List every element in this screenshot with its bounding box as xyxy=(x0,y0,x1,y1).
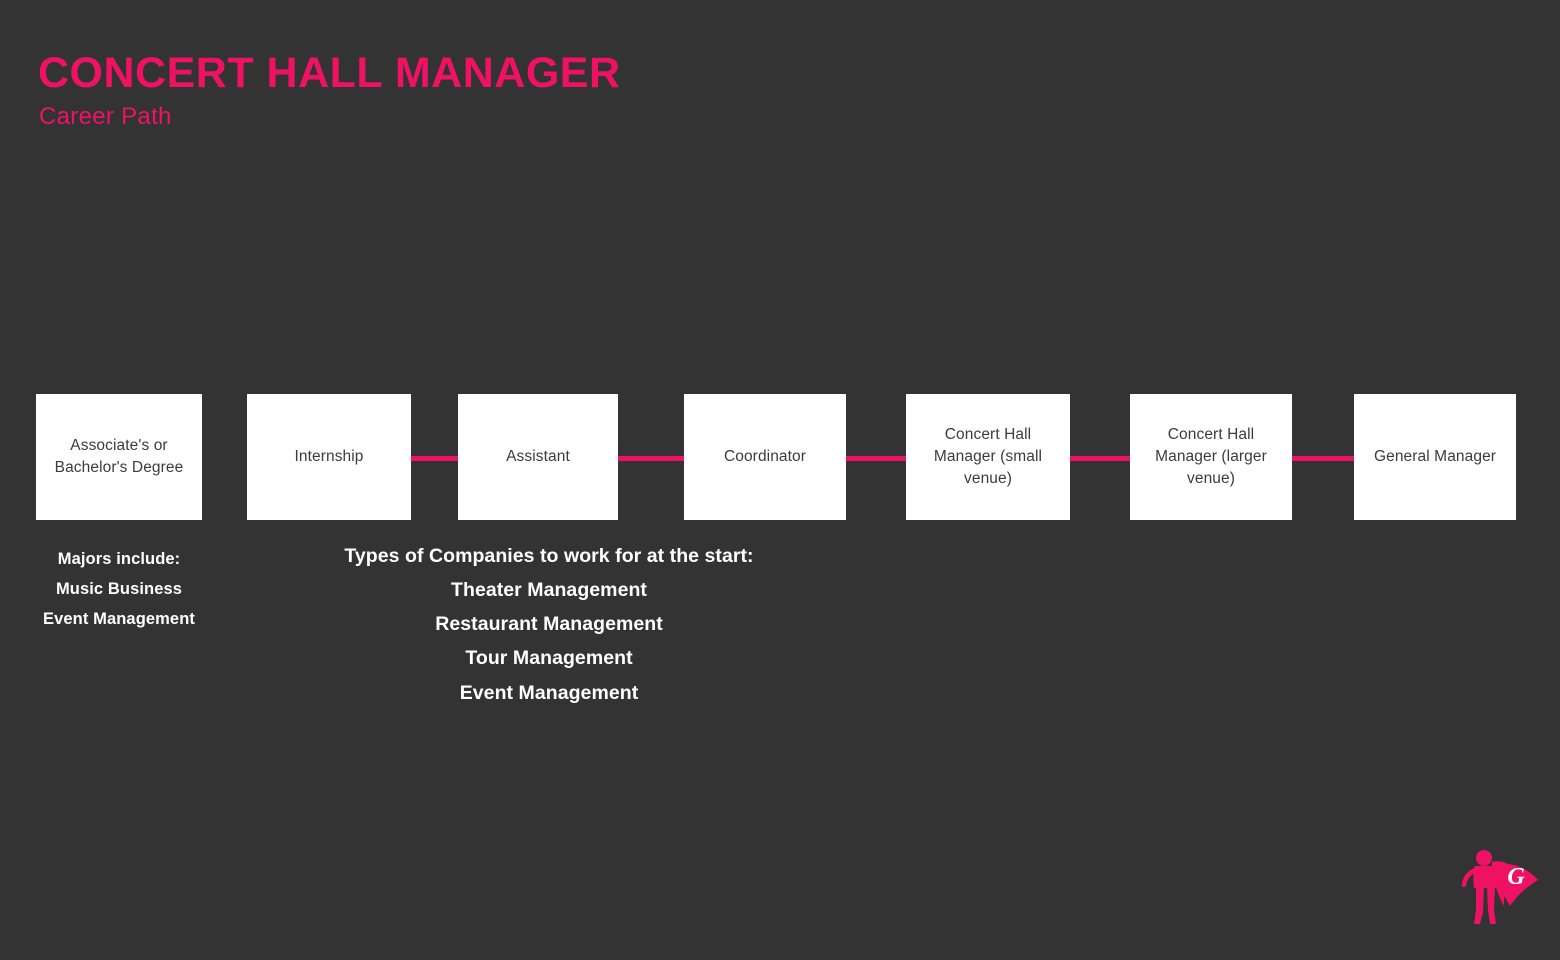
flow-node-label: Assistant xyxy=(506,448,570,465)
flow-node-7[interactable]: General Manager xyxy=(1354,394,1516,520)
majors-item: Music Business xyxy=(55,580,183,599)
flow-connector-5 xyxy=(1292,456,1354,461)
flow-node-4[interactable]: Coordinator xyxy=(684,394,846,520)
flow-node-label: General Manager xyxy=(1373,448,1497,465)
companies-item: Restaurant Management xyxy=(435,613,663,636)
page-subtitle: Career Path xyxy=(39,102,172,130)
superhero-logo: G xyxy=(1448,840,1544,936)
flow-connector-2 xyxy=(618,456,684,461)
flow-connector-4 xyxy=(1070,456,1130,461)
flow-node-1[interactable]: Associate's or Bachelor's Degree xyxy=(36,394,202,520)
majors-heading: Majors include: xyxy=(57,550,181,568)
companies-heading: Types of Companies to work for at the st… xyxy=(344,545,754,567)
flow-node-label: Internship xyxy=(294,448,364,465)
header: CONCERT HALL MANAGER Career Path xyxy=(38,49,938,130)
companies-item: Tour Management xyxy=(465,647,633,670)
career-path-infographic: CONCERT HALL MANAGER Career Path Associa… xyxy=(0,0,1560,960)
companies-item: Event Management xyxy=(459,681,639,704)
majors-caption: Majors include: Music Business Event Manag… xyxy=(28,544,210,635)
flow-node-label: Concert Hall Manager (small venue) xyxy=(933,426,1043,487)
superhero-logo-icon: G xyxy=(1461,850,1538,924)
flow-node-label: Associate's or Bachelor's Degree xyxy=(54,437,184,476)
flow-node-2[interactable]: Internship xyxy=(247,394,411,520)
flow-connector-1 xyxy=(411,456,458,461)
page-title: CONCERT HALL MANAGER xyxy=(38,49,621,97)
flow-node-3[interactable]: Assistant xyxy=(458,394,618,520)
flow-node-5[interactable]: Concert Hall Manager (small venue) xyxy=(906,394,1070,520)
logo-letter: G xyxy=(1507,864,1525,890)
flow-node-label: Concert Hall Manager (larger venue) xyxy=(1155,426,1267,487)
flow-node-6[interactable]: Concert Hall Manager (larger venue) xyxy=(1130,394,1292,520)
companies-caption: Types of Companies to work for at the st… xyxy=(309,539,789,710)
flow-node-label: Coordinator xyxy=(723,448,807,465)
flow-connector-3 xyxy=(846,456,906,461)
companies-item: Theater Management xyxy=(451,579,647,602)
career-flow-diagram: Associate's or Bachelor's Degree Internsh… xyxy=(0,394,1560,522)
majors-item: Event Management xyxy=(43,610,195,629)
